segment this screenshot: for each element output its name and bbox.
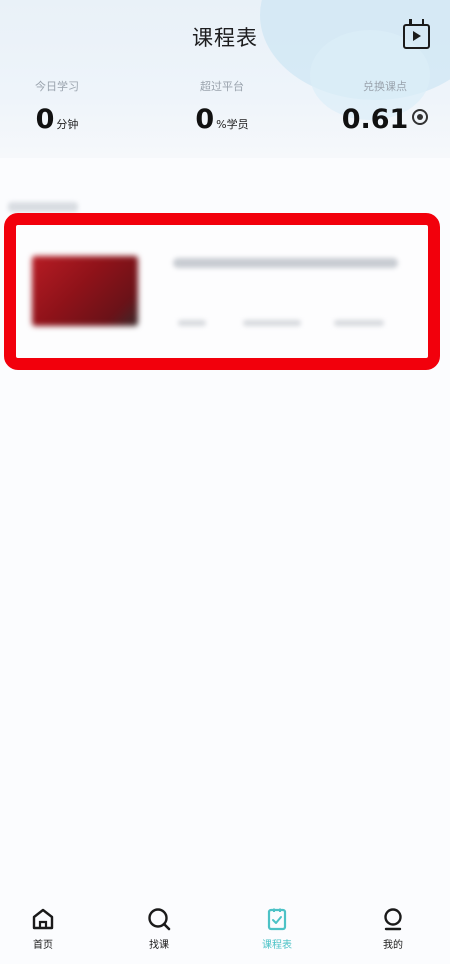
course-meta-blurred	[178, 320, 206, 326]
tab-label: 找课	[149, 940, 169, 951]
course-meta-blurred	[243, 320, 301, 326]
tab-profile[interactable]: 我的	[358, 906, 428, 951]
calendar-play-icon[interactable]	[403, 19, 430, 49]
tab-find-course[interactable]: 找课	[124, 906, 194, 951]
play-triangle-icon	[413, 31, 421, 41]
coin-icon	[412, 109, 429, 125]
stat-exceed-platform: 超过平台 0 %学员	[152, 78, 292, 135]
bottom-tab-bar: 首页 找课 课程表 我的	[0, 896, 450, 964]
course-title-blurred	[173, 258, 398, 268]
stat-label: 兑换课点	[363, 80, 407, 93]
tab-home[interactable]: 首页	[8, 906, 78, 951]
app-root: 课程表 今日学习 0 分钟 超过平台 0 %学员 兑换课点 0.61 首页 找课…	[0, 0, 450, 964]
stat-redeem-points[interactable]: 兑换课点 0.61	[315, 78, 450, 135]
tab-label: 首页	[33, 940, 53, 951]
search-icon	[148, 908, 171, 931]
stat-study-today: 今日学习 0 分钟	[0, 78, 127, 135]
page-title: 课程表	[192, 26, 258, 50]
header: 课程表 今日学习 0 分钟 超过平台 0 %学员 兑换课点 0.61	[0, 0, 450, 158]
calendar-ring-left	[409, 19, 412, 25]
stat-unit: %学员	[216, 118, 249, 131]
stat-label: 今日学习	[35, 80, 79, 93]
tab-label: 我的	[383, 940, 403, 951]
course-meta-blurred	[334, 320, 384, 326]
schedule-icon	[267, 908, 287, 931]
course-thumbnail	[32, 256, 138, 326]
stats-row: 今日学习 0 分钟 超过平台 0 %学员 兑换课点 0.61	[0, 78, 450, 148]
calendar-ring-right	[421, 19, 424, 25]
stat-unit: 分钟	[56, 118, 79, 131]
tab-schedule[interactable]: 课程表	[242, 906, 312, 951]
section-label-blurred	[8, 202, 78, 212]
stat-label: 超过平台	[200, 80, 244, 93]
stat-value: 0	[195, 104, 215, 135]
course-card[interactable]	[28, 228, 413, 353]
profile-icon	[384, 908, 402, 931]
stat-value: 0.61	[341, 104, 409, 135]
stat-value: 0	[35, 104, 55, 135]
tab-label: 课程表	[262, 940, 292, 951]
home-icon	[32, 908, 54, 930]
